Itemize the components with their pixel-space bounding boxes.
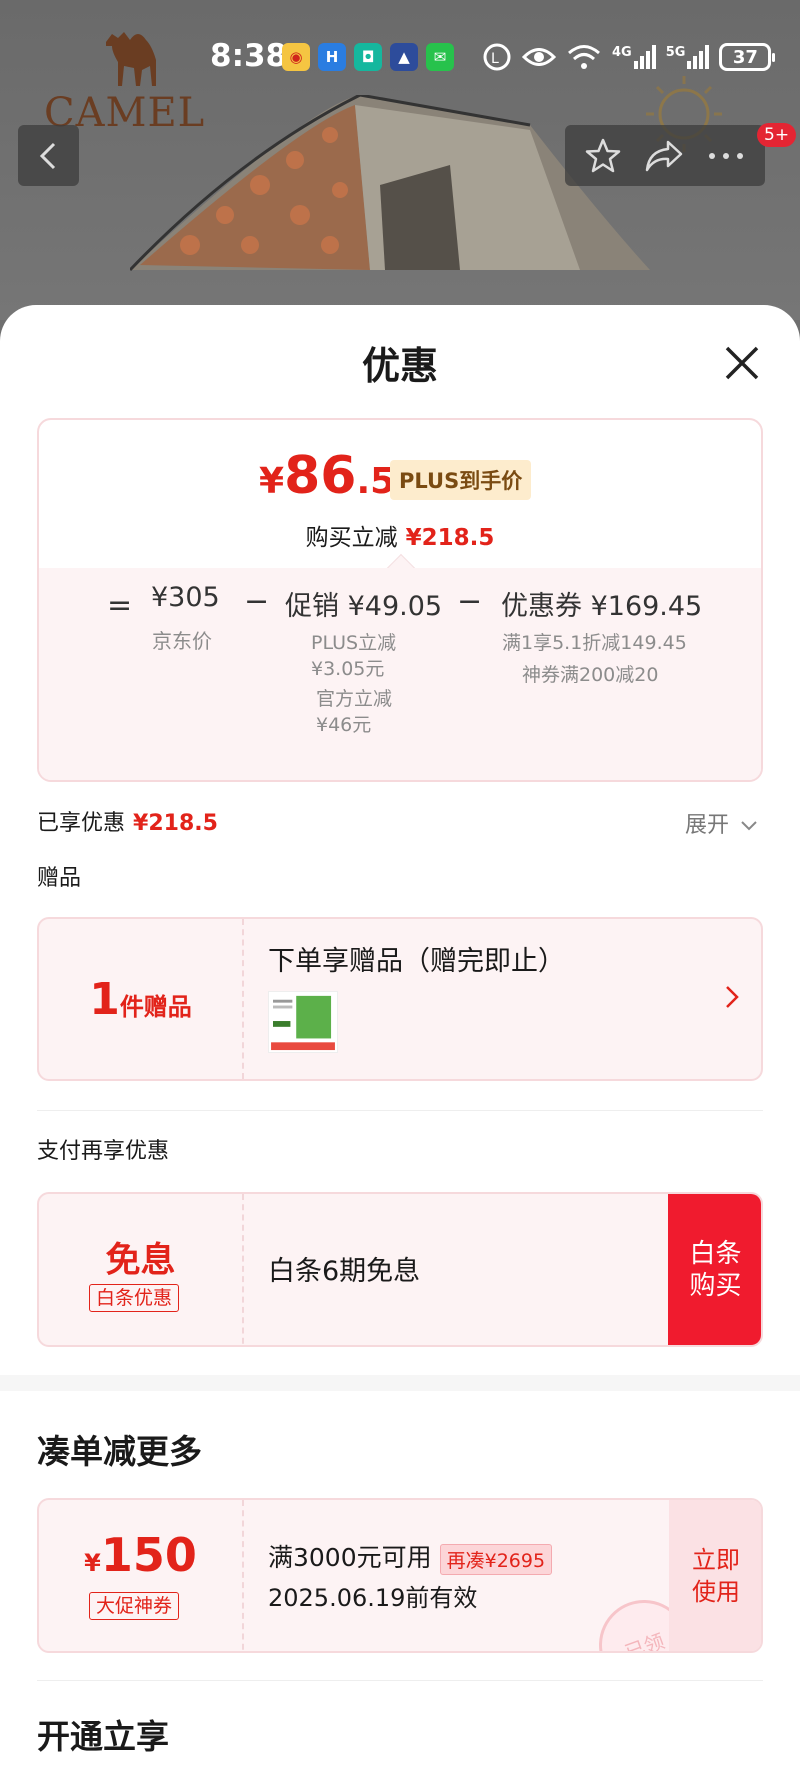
minus-sign-2: − xyxy=(457,584,483,619)
coupon-card: ¥150 大促神券 满3000元可用 再凑¥2695 2025.06.19前有效 … xyxy=(37,1498,763,1653)
back-button[interactable] xyxy=(18,125,79,186)
coupon-sub2: 神券满200减20 xyxy=(522,664,659,686)
section-gap xyxy=(0,1375,800,1391)
coupon-amount: 优惠券 ¥169.45 xyxy=(501,591,703,622)
notification-icons: ◉ H ◘ ▲ ✉ xyxy=(282,43,454,71)
purchase-reduction: 购买立减 ¥218.5 xyxy=(39,518,761,552)
system-icons: L 4G 5G 37 xyxy=(482,42,776,72)
baitiao-tag: 白条优惠 xyxy=(89,1284,180,1312)
gift-count-number: 1 xyxy=(89,973,120,1025)
signal-5g-icon: 5G xyxy=(666,45,710,69)
svg-text:L: L xyxy=(491,51,499,67)
divider xyxy=(37,1110,763,1111)
dashed-divider xyxy=(242,1194,244,1345)
minus-sign-1: − xyxy=(244,584,270,619)
jd-price-label: 京东价 xyxy=(152,629,212,653)
payment-offer-text: 白条6期免息 xyxy=(268,1256,421,1287)
gift-count: 1 件赠品 xyxy=(39,919,242,1079)
eye-comfort-icon xyxy=(522,48,556,66)
gift-card[interactable]: 1 件赠品 下单享赠品（赠完即止） xyxy=(37,917,763,1081)
use-now-button[interactable]: 立即使用 xyxy=(669,1500,761,1651)
baitiao-buy-button[interactable]: 白条购买 xyxy=(668,1194,761,1345)
hd-call-icon: L xyxy=(483,43,511,71)
divider xyxy=(37,1680,763,1681)
share-icon[interactable] xyxy=(644,138,684,174)
final-price: ¥86.5 xyxy=(259,446,395,506)
use-now-label: 立即使用 xyxy=(692,1545,740,1606)
final-price-int: 86 xyxy=(284,446,357,506)
more-icon[interactable] xyxy=(706,151,746,161)
coupon-sub1: 满1享5.1折减149.45 xyxy=(502,632,687,654)
h-app-icon: H xyxy=(318,43,346,71)
chevron-right-icon xyxy=(726,986,739,1008)
coupon-tag: 大促神券 xyxy=(89,1592,180,1620)
final-price-yen: ¥ xyxy=(259,461,285,502)
wechat-icon: ✉ xyxy=(426,43,454,71)
coupon-value: ¥150 xyxy=(39,1528,242,1582)
promo-sub1: PLUS立减 xyxy=(311,632,397,654)
discount-sheet: 优惠 ¥86.5 PLUS到手价 购买立减 ¥218.5 = ¥305 京东价 −… xyxy=(0,305,800,1777)
gift-heading: 赠品 xyxy=(37,866,82,891)
promo-sub2: 官方立减 xyxy=(316,688,393,710)
chevron-down-icon xyxy=(741,821,757,831)
reduce-amount: ¥218.5 xyxy=(405,525,495,551)
gift-product-thumbnail xyxy=(268,991,338,1053)
mijia-icon: ◘ xyxy=(354,43,382,71)
mountain-app-icon: ▲ xyxy=(390,43,418,71)
coupon-condition-text: 满3000元可用 xyxy=(268,1543,432,1572)
coupon-value-number: 150 xyxy=(100,1528,197,1582)
payment-offer-card: 免息 白条优惠 白条6期免息 白条购买 xyxy=(37,1192,763,1347)
status-bar: 8:38 ◉ H ◘ ▲ ✉ L 4G 5G 37 xyxy=(0,38,800,82)
promo-amount: 促销 ¥49.05 xyxy=(285,591,443,622)
weibo-icon: ◉ xyxy=(282,43,310,71)
status-time: 8:38 xyxy=(210,38,288,74)
plus-price-tag: PLUS到手价 xyxy=(390,460,532,500)
open-now-heading: 开通立享 xyxy=(37,1717,169,1756)
coupon-condition: 满3000元可用 再凑¥2695 xyxy=(268,1538,553,1575)
price-formula: = ¥305 京东价 − 促销 ¥49.05 PLUS立减 ¥3.05元 官方立… xyxy=(39,568,761,780)
promo-sub1-value: ¥3.05元 xyxy=(311,658,385,680)
price-breakdown-card: ¥86.5 PLUS到手价 购买立减 ¥218.5 = ¥305 京东价 − 促销… xyxy=(37,418,763,782)
interest-free-label: 免息 xyxy=(105,1241,176,1281)
expand-label: 展开 xyxy=(685,813,730,838)
enjoyed-amount: ¥218.5 xyxy=(133,811,218,836)
gift-count-label: 件赠品 xyxy=(119,992,192,1021)
expand-button[interactable]: 展开 xyxy=(685,807,758,839)
reduce-label: 购买立减 xyxy=(305,525,398,551)
promo-sub2-value: ¥46元 xyxy=(316,714,372,736)
sheet-title: 优惠 xyxy=(361,344,438,388)
coupon-yen: ¥ xyxy=(84,1549,101,1577)
payment-offer-left: 免息 白条优惠 xyxy=(39,1194,242,1345)
more-discount-heading: 凑单减更多 xyxy=(37,1432,202,1471)
dashed-divider xyxy=(242,1500,244,1651)
enjoyed-label: 已享优惠 xyxy=(37,811,126,836)
pay-heading: 支付再享优惠 xyxy=(37,1139,170,1164)
favorite-star-icon[interactable] xyxy=(584,137,622,175)
equals-sign: = xyxy=(107,588,133,623)
jd-price: ¥305 xyxy=(151,582,220,613)
dashed-divider xyxy=(242,919,244,1079)
baitiao-buy-label: 白条购买 xyxy=(689,1238,742,1301)
signal-4g-icon: 4G xyxy=(612,45,656,69)
enjoyed-discount: 已享优惠 ¥218.5 xyxy=(37,805,218,837)
gift-title: 下单享赠品（赠完即止） xyxy=(268,946,565,977)
coupon-validity: 2025.06.19前有效 xyxy=(268,1584,478,1612)
wifi-icon xyxy=(568,45,600,69)
top-action-group xyxy=(565,125,765,186)
coupon-more-tag: 再凑¥2695 xyxy=(439,1543,553,1575)
message-badge: 5+ xyxy=(757,123,797,147)
final-price-section: ¥86.5 PLUS到手价 购买立减 ¥218.5 xyxy=(39,420,761,568)
chevron-left-icon xyxy=(39,142,55,169)
battery-indicator: 37 xyxy=(719,43,776,71)
network-4g-label: 4G xyxy=(612,45,632,60)
close-icon[interactable] xyxy=(722,343,762,383)
network-5g-label: 5G xyxy=(665,45,686,60)
